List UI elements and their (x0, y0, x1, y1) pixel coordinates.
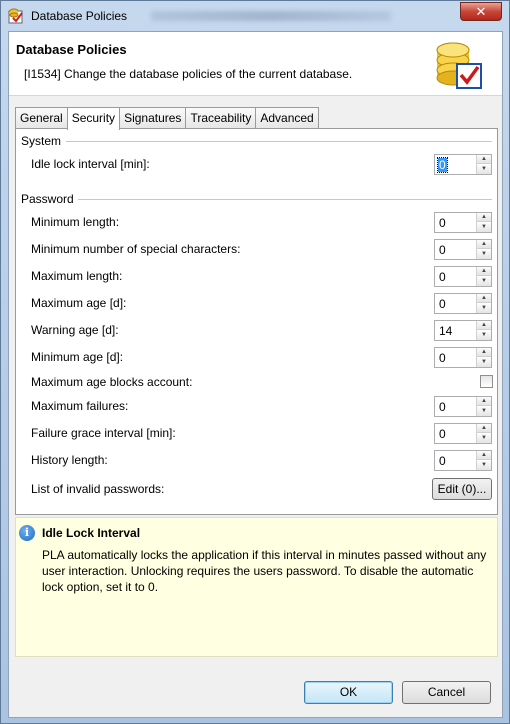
spin-up-icon[interactable]: ▲ (477, 451, 491, 460)
database-check-icon (436, 42, 482, 89)
idle-lock-input[interactable]: 0 ▲ ▼ (434, 154, 492, 175)
tab-advanced[interactable]: Advanced (255, 107, 319, 129)
tab-bar: General Security Signatures Traceability… (15, 107, 319, 130)
spin-up-icon[interactable]: ▲ (477, 213, 491, 222)
failure-grace-value: 0 (439, 427, 446, 441)
tab-traceability[interactable]: Traceability (185, 107, 257, 129)
failure-grace-stepper[interactable]: ▲ ▼ (476, 424, 491, 443)
min-length-input[interactable]: 0 ▲ ▼ (434, 212, 492, 233)
max-failures-stepper[interactable]: ▲ ▼ (476, 397, 491, 416)
spin-down-icon[interactable]: ▼ (477, 277, 491, 286)
history-length-input[interactable]: 0 ▲ ▼ (434, 450, 492, 471)
idle-lock-stepper[interactable]: ▲ ▼ (476, 155, 491, 174)
help-title: Idle Lock Interval (42, 526, 141, 540)
min-age-input[interactable]: 0 ▲ ▼ (434, 347, 492, 368)
dialog-window: Database Policies ✕ Database Policies [I… (0, 0, 510, 724)
edit-invalid-passwords-button[interactable]: Edit (0)... (432, 478, 492, 500)
password-group-title: Password (21, 192, 74, 206)
history-length-stepper[interactable]: ▲ ▼ (476, 451, 491, 470)
spin-down-icon[interactable]: ▼ (477, 461, 491, 470)
max-length-stepper[interactable]: ▲ ▼ (476, 267, 491, 286)
min-special-label: Minimum number of special characters: (31, 242, 241, 256)
info-icon: i (19, 525, 35, 541)
cancel-button[interactable]: Cancel (402, 681, 491, 704)
spin-down-icon[interactable]: ▼ (477, 434, 491, 443)
header-description: [I1534] Change the database policies of … (24, 67, 353, 81)
max-length-input[interactable]: 0 ▲ ▼ (434, 266, 492, 287)
tab-general[interactable]: General (15, 107, 68, 129)
max-failures-input[interactable]: 0 ▲ ▼ (434, 396, 492, 417)
max-age-blocks-label: Maximum age blocks account: (31, 375, 193, 389)
spin-down-icon[interactable]: ▼ (477, 250, 491, 259)
spin-up-icon[interactable]: ▲ (477, 240, 491, 249)
spin-up-icon[interactable]: ▲ (477, 321, 491, 330)
close-button[interactable]: ✕ (460, 2, 502, 21)
warning-age-value: 14 (439, 324, 453, 338)
warning-age-input[interactable]: 14 ▲ ▼ (434, 320, 492, 341)
idle-lock-value: 0 (437, 157, 448, 173)
spin-up-icon[interactable]: ▲ (477, 348, 491, 357)
help-panel: i Idle Lock Interval PLA automatically l… (15, 517, 498, 657)
dialog-body: Database Policies [I1534] Change the dat… (8, 31, 503, 718)
system-group-title: System (21, 134, 62, 148)
invalid-passwords-label: List of invalid passwords: (31, 482, 165, 496)
idle-lock-label: Idle lock interval [min]: (31, 157, 150, 171)
max-age-input[interactable]: 0 ▲ ▼ (434, 293, 492, 314)
system-divider (66, 141, 492, 142)
tab-signatures[interactable]: Signatures (119, 107, 187, 129)
max-age-blocks-checkbox[interactable] (480, 375, 493, 388)
failure-grace-label: Failure grace interval [min]: (31, 426, 176, 440)
min-age-label: Minimum age [d]: (31, 350, 124, 364)
blurred-background-text (151, 11, 391, 21)
max-age-value: 0 (439, 297, 446, 311)
spin-down-icon[interactable]: ▼ (477, 165, 491, 174)
ok-button[interactable]: OK (304, 681, 393, 704)
security-panel: System Idle lock interval [min]: 0 ▲ ▼ P… (15, 128, 498, 515)
warning-age-stepper[interactable]: ▲ ▼ (476, 321, 491, 340)
min-length-value: 0 (439, 216, 446, 230)
warning-age-label: Warning age [d]: (31, 323, 119, 337)
max-length-label: Maximum length: (31, 269, 123, 283)
spin-down-icon[interactable]: ▼ (477, 304, 491, 313)
min-length-stepper[interactable]: ▲ ▼ (476, 213, 491, 232)
spin-up-icon[interactable]: ▲ (477, 155, 491, 164)
spin-down-icon[interactable]: ▼ (477, 407, 491, 416)
header-title: Database Policies (16, 42, 127, 57)
min-special-stepper[interactable]: ▲ ▼ (476, 240, 491, 259)
history-length-label: History length: (31, 453, 108, 467)
max-failures-value: 0 (439, 400, 446, 414)
failure-grace-input[interactable]: 0 ▲ ▼ (434, 423, 492, 444)
min-special-value: 0 (439, 243, 446, 257)
spin-up-icon[interactable]: ▲ (477, 424, 491, 433)
min-age-value: 0 (439, 351, 446, 365)
window-title: Database Policies (31, 9, 128, 23)
dialog-header: Database Policies [I1534] Change the dat… (9, 32, 502, 96)
min-age-stepper[interactable]: ▲ ▼ (476, 348, 491, 367)
spin-down-icon[interactable]: ▼ (477, 358, 491, 367)
spin-up-icon[interactable]: ▲ (477, 397, 491, 406)
spin-down-icon[interactable]: ▼ (477, 223, 491, 232)
max-age-label: Maximum age [d]: (31, 296, 127, 310)
max-failures-label: Maximum failures: (31, 399, 129, 413)
spin-up-icon[interactable]: ▲ (477, 267, 491, 276)
spin-up-icon[interactable]: ▲ (477, 294, 491, 303)
max-length-value: 0 (439, 270, 446, 284)
spin-down-icon[interactable]: ▼ (477, 331, 491, 340)
history-length-value: 0 (439, 454, 446, 468)
title-bar: Database Policies ✕ (1, 1, 509, 31)
min-length-label: Minimum length: (31, 215, 120, 229)
tab-security[interactable]: Security (66, 107, 121, 130)
database-policies-icon (8, 8, 23, 24)
min-special-input[interactable]: 0 ▲ ▼ (434, 239, 492, 260)
help-text: PLA automatically locks the application … (42, 548, 487, 594)
max-age-stepper[interactable]: ▲ ▼ (476, 294, 491, 313)
password-divider (78, 199, 492, 200)
